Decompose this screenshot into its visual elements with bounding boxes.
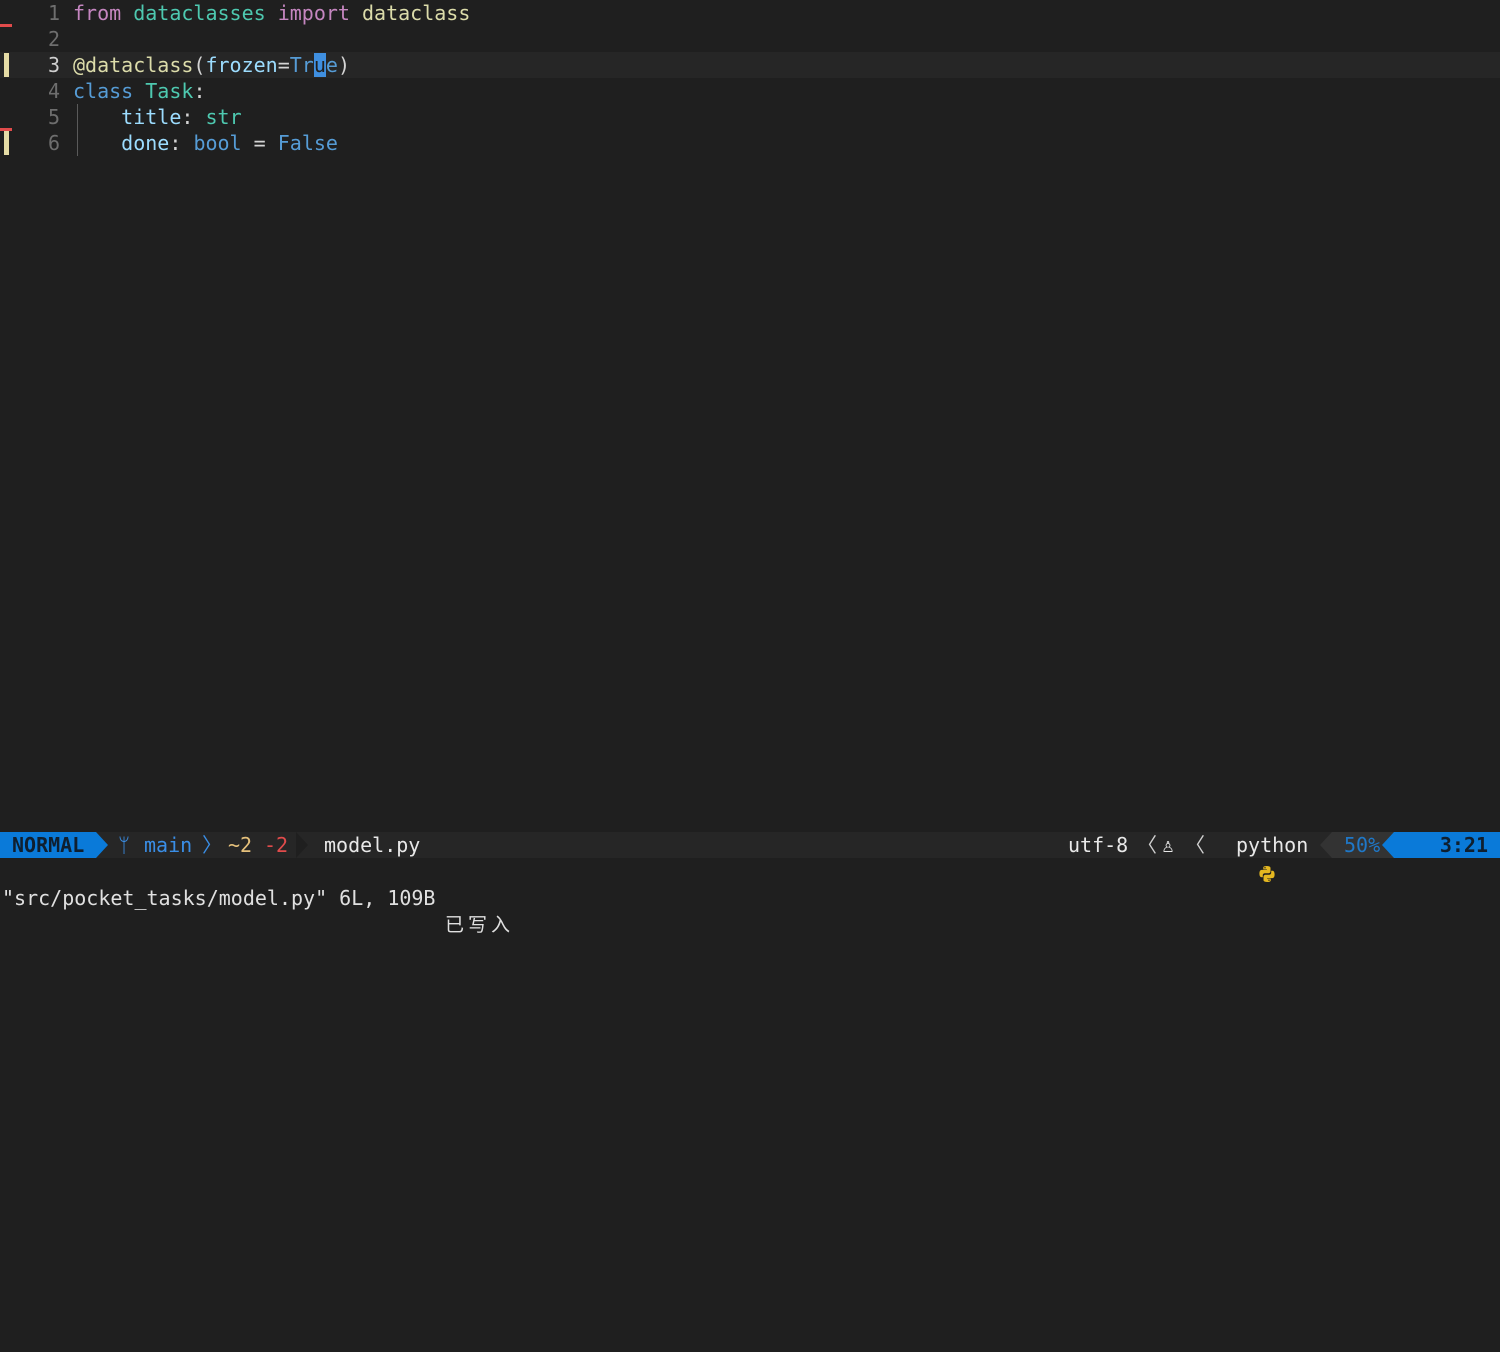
file-separator bbox=[296, 832, 308, 858]
code-token: = bbox=[277, 53, 290, 77]
git-added-marker bbox=[4, 131, 9, 155]
percent-separator bbox=[1320, 832, 1332, 858]
code-token: = bbox=[241, 131, 278, 155]
branch-separator: 〉 bbox=[202, 833, 222, 857]
code-token: ) bbox=[337, 53, 350, 77]
code-token: Tr bbox=[289, 53, 314, 77]
code-token: e bbox=[325, 53, 338, 77]
code-token: class bbox=[73, 79, 134, 103]
code-token: ( bbox=[193, 53, 206, 77]
position-separator bbox=[1382, 832, 1394, 858]
line-code: from dataclasses import dataclass bbox=[73, 0, 470, 26]
line-number: 2 bbox=[47, 27, 60, 51]
line-number: 1 bbox=[47, 1, 60, 25]
line-number: 5 bbox=[47, 105, 60, 129]
code-line[interactable]: 4 class Task: bbox=[0, 78, 1500, 104]
code-token: done bbox=[121, 131, 170, 155]
code-token: : bbox=[169, 131, 194, 155]
code-token: str bbox=[205, 105, 242, 129]
line-number: 3 bbox=[47, 53, 60, 77]
status-line: NORMAL ᛘ main 〉 ~2 -2 model.py utf-8 〈 ♙… bbox=[0, 832, 1500, 882]
line-number: 4 bbox=[47, 79, 60, 103]
right-separator: 〈 bbox=[1185, 833, 1205, 857]
code-token: import bbox=[277, 1, 350, 25]
code-token: : bbox=[181, 105, 206, 129]
file-encoding: utf-8 bbox=[1068, 833, 1129, 857]
code-token: @dataclass bbox=[73, 53, 194, 77]
git-branch: main bbox=[144, 833, 193, 857]
line-code: class Task: bbox=[73, 78, 205, 104]
code-token: from bbox=[73, 1, 122, 25]
mode-separator bbox=[96, 832, 108, 858]
right-separator: 〈 bbox=[1137, 833, 1157, 857]
file-name: model.py bbox=[324, 833, 421, 857]
branch-icon: ᛘ bbox=[118, 833, 130, 857]
cursor-position: 3:21 bbox=[1394, 832, 1500, 858]
code-line[interactable]: 1 from dataclasses import dataclass bbox=[0, 0, 1500, 27]
code-token: : bbox=[193, 79, 206, 103]
line-number: 6 bbox=[47, 131, 60, 155]
code-token: Task bbox=[145, 79, 194, 103]
code-token: dataclasses bbox=[133, 1, 266, 25]
linux-icon: ♙ bbox=[1162, 833, 1175, 857]
code-line[interactable]: 5 title: str bbox=[0, 104, 1500, 131]
code-token: dataclass bbox=[362, 1, 471, 25]
git-added-marker bbox=[4, 53, 9, 77]
editor-buffer[interactable]: 1 from dataclasses import dataclass 2 3 @dat… bbox=[0, 0, 1500, 832]
code-line[interactable]: 2 bbox=[0, 26, 1500, 52]
file-type: python bbox=[1236, 833, 1309, 857]
code-token: bool bbox=[193, 131, 242, 155]
written-status: 已写入 bbox=[445, 914, 515, 936]
line-code: title: str bbox=[73, 104, 242, 130]
text-cursor: u bbox=[313, 53, 326, 77]
code-line[interactable]: 6 done: bool = False bbox=[0, 130, 1500, 156]
code-token: frozen bbox=[205, 53, 278, 77]
line-code: done: bool = False bbox=[73, 130, 338, 156]
code-line[interactable]: 3 @dataclass(frozen=True) bbox=[0, 52, 1500, 78]
command-line[interactable]: "src/pocket_tasks/model.py" 6L, 109B 已写入 bbox=[0, 858, 1500, 936]
code-token: False bbox=[277, 131, 338, 155]
line-code: @dataclass(frozen=True) bbox=[73, 52, 350, 78]
write-message: "src/pocket_tasks/model.py" 6L, 109B bbox=[2, 886, 436, 910]
diff-modified-count: ~2 bbox=[228, 833, 253, 857]
code-token: title bbox=[121, 105, 182, 129]
mode-indicator: NORMAL bbox=[0, 832, 96, 858]
diff-deleted-count: -2 bbox=[264, 833, 289, 857]
